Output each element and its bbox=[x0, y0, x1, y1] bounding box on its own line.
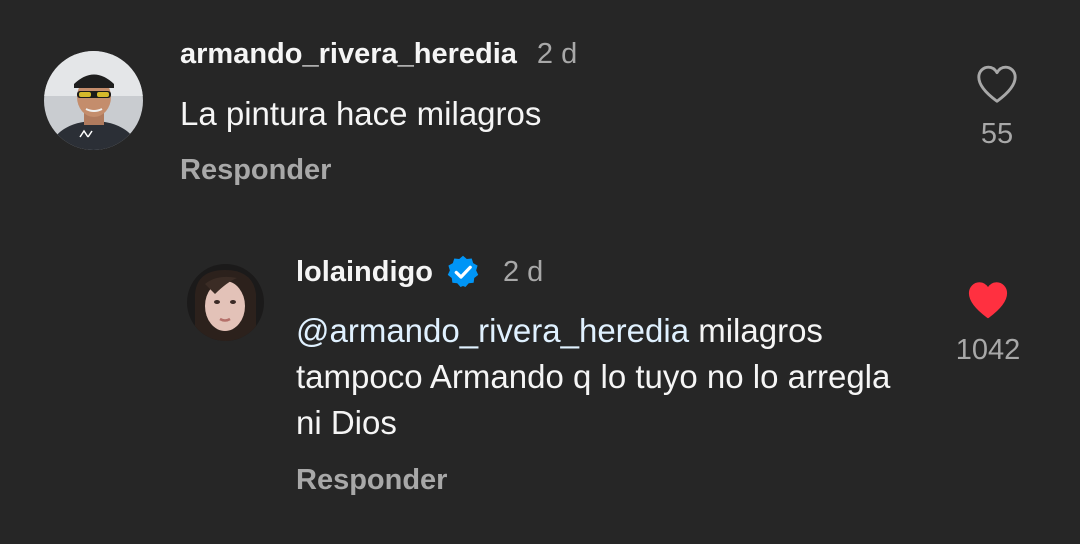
heart-filled-icon[interactable] bbox=[966, 280, 1010, 320]
comments-screen: armando_rivera_heredia 2 d La pintura ha… bbox=[0, 0, 1080, 544]
reply-timestamp: 2 d bbox=[502, 255, 544, 288]
comment-text: La pintura hace milagros bbox=[180, 95, 542, 132]
reply-reply-button[interactable]: Responder bbox=[296, 464, 447, 497]
heart-outline-icon[interactable] bbox=[975, 64, 1019, 104]
reply-text: @armando_rivera_heredia milagros tampoco… bbox=[296, 308, 916, 446]
comment-header: armando_rivera_heredia 2 d bbox=[180, 34, 577, 74]
reply-like-area: 1042 bbox=[928, 280, 1048, 367]
reply-mention-link[interactable]: @armando_rivera_heredia bbox=[296, 312, 689, 349]
comment-like-count: 55 bbox=[980, 118, 1014, 150]
reply-like-count: 1042 bbox=[955, 334, 1021, 366]
verified-badge-icon bbox=[447, 255, 479, 287]
reply-username[interactable]: lolaindigo bbox=[296, 256, 433, 289]
comment-username[interactable]: armando_rivera_heredia bbox=[180, 38, 517, 71]
comment-timestamp: 2 d bbox=[536, 37, 578, 70]
avatar-armando[interactable] bbox=[44, 51, 143, 150]
avatar-lolaindigo[interactable] bbox=[187, 264, 264, 341]
comment-reply-button[interactable]: Responder bbox=[180, 154, 331, 187]
reply-header: lolaindigo 2 d bbox=[296, 252, 543, 292]
comment-like-area: 55 bbox=[937, 64, 1057, 151]
